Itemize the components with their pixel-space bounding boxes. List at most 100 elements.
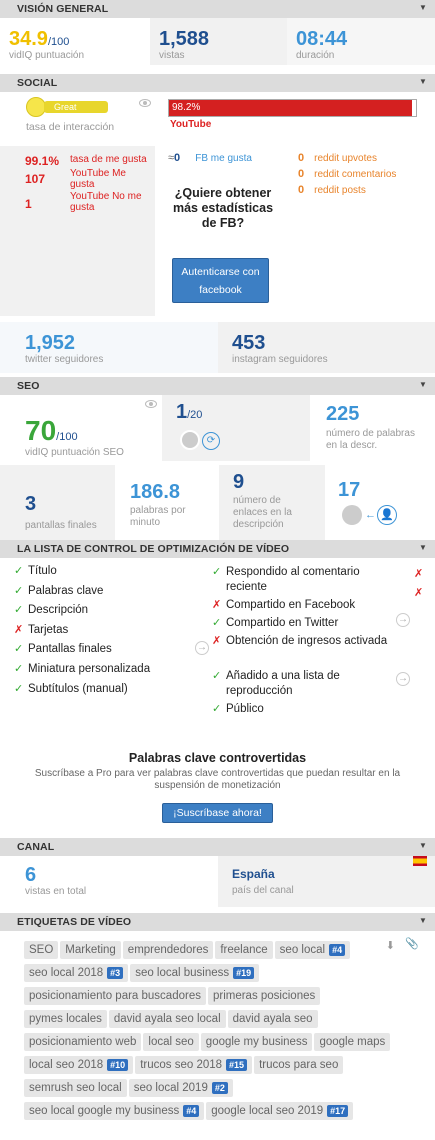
country-card: España país del canal [218, 856, 435, 907]
check-icon: ✓ [14, 682, 24, 695]
x-icon: ✗ [14, 623, 24, 636]
section-header-checklist[interactable]: LA LISTA DE CONTROL DE OPTIMIZACIÓN DE V… [0, 540, 435, 558]
seo-score-max: /100 [56, 431, 78, 443]
link-icon[interactable]: ⟳ [202, 432, 220, 450]
tag[interactable]: posicionamiento para buscadores [24, 987, 206, 1005]
tag-label: SEO [29, 944, 54, 956]
tag[interactable]: seo local 2018 #3 [24, 964, 129, 982]
tag[interactable]: local seo 2018 #10 [24, 1056, 134, 1074]
tag[interactable]: seo local google my business #4 [24, 1102, 205, 1120]
tag[interactable]: david ayala seo local [108, 1010, 226, 1028]
reddit-comments-value: 0 [298, 168, 305, 180]
arrow-right-icon[interactable]: → [396, 672, 410, 686]
youtube-bar-fill: 98.2% [169, 100, 412, 116]
reddit-upvotes-value: 0 [298, 152, 305, 164]
tag[interactable]: seo local 2019 #2 [128, 1079, 233, 1097]
tag-label: seo local [279, 944, 326, 956]
tag-label: david ayala seo [232, 1013, 313, 1025]
checklist-item: ✗ Compartido en Facebook [212, 598, 397, 613]
x-icon: ✗ [212, 599, 222, 611]
arrow-left-icon: ← [365, 509, 376, 521]
checklist-item: ✓ Pantallas finales [14, 642, 194, 657]
section-title: SEO [17, 380, 40, 392]
reddit-comments-label: reddit comentarios [314, 169, 397, 180]
likes-rate-label: tasa de me gusta [70, 154, 147, 165]
end-screens-value: 3 [25, 493, 37, 515]
checklist-item-label: Descripción [28, 604, 89, 617]
tag[interactable]: trucos seo 2018 #15 [135, 1056, 253, 1074]
section-title: ETIQUETAS DE VÍDEO [17, 916, 132, 928]
section-header-vision-general[interactable]: VISIÓN GENERAL ▼ [0, 0, 435, 18]
tag[interactable]: google maps [314, 1033, 391, 1051]
paperclip-icon[interactable]: 📎 [405, 937, 419, 950]
likes-count: 107 [25, 172, 46, 186]
facebook-auth-button[interactable]: Autenticarse con facebook [172, 258, 269, 303]
user-icon[interactable]: 👤 [377, 505, 397, 525]
section-header-social[interactable]: SOCIAL ▼ [0, 74, 435, 92]
eye-icon[interactable] [145, 400, 157, 408]
tag-label: david ayala seo local [113, 1013, 221, 1025]
tag[interactable]: seo local business #19 [130, 964, 260, 982]
collapse-icon[interactable]: ▼ [419, 3, 427, 12]
interaction-label: tasa de interacción [26, 121, 115, 133]
tag[interactable]: semrush seo local [24, 1079, 127, 1097]
check-icon: ✓ [14, 565, 24, 577]
checklist-item: ✓ Título [14, 564, 194, 579]
tag[interactable]: local seo [143, 1033, 199, 1051]
checklist-item: ✗ Tarjetas [14, 623, 194, 638]
duration-card: 08:44 duración [287, 18, 435, 65]
tag[interactable]: SEO [24, 941, 59, 959]
section-title: CANAL [17, 841, 55, 853]
section-header-canal[interactable]: CANAL ▼ [0, 838, 435, 856]
tag-label: seo local 2018 [29, 967, 104, 979]
tag-label: trucos seo 2018 [140, 1059, 223, 1071]
section-header-seo[interactable]: SEO ▼ [0, 377, 435, 395]
tag[interactable]: david ayala seo [227, 1010, 318, 1028]
likes-card: 99.1% tasa de me gusta 107 YouTube Me gu… [0, 146, 155, 316]
tag[interactable]: freelance [215, 941, 273, 959]
desc-words-value: 225 [326, 403, 360, 425]
tag-label: semrush seo local [29, 1082, 122, 1094]
subscribe-button[interactable]: ¡Suscríbase ahora! [162, 803, 273, 823]
tag[interactable]: seo local #4 [274, 941, 351, 959]
collapse-icon[interactable]: ▼ [419, 380, 427, 389]
collapse-icon[interactable]: ▼ [419, 77, 427, 86]
arrow-right-icon[interactable]: → [396, 613, 410, 627]
eye-icon[interactable] [139, 99, 151, 107]
section-header-tags[interactable]: ETIQUETAS DE VÍDEO ▼ [0, 913, 435, 931]
twitter-card: 1,952 twitter seguidores [0, 322, 218, 373]
collapse-icon[interactable]: ▼ [419, 916, 427, 925]
check-icon: ✓ [212, 703, 222, 715]
tag[interactable]: google my business [200, 1033, 313, 1051]
videos-label: vistas en total [25, 886, 87, 897]
seo-row-1: 70/100 vidIQ puntuación SEO 1/20 ⟳ 225 n… [0, 395, 435, 465]
tag[interactable]: primeras posiciones [207, 987, 321, 1005]
tag-label: google local seo 2019 [211, 1105, 324, 1117]
wpm-card: 186.8 palabras por minuto [115, 465, 219, 540]
tag[interactable]: google local seo 2019 #17 [206, 1102, 354, 1120]
checklist-item-label: Respondido al comentario reciente [226, 566, 360, 593]
interaction-row: Great tasa de interacción 98.2% YouTube [0, 92, 435, 146]
collapse-icon[interactable]: ▼ [419, 543, 427, 552]
arrow-right-icon[interactable]: → [195, 641, 209, 655]
tag[interactable]: pymes locales [24, 1010, 107, 1028]
tag[interactable]: trucos para seo [254, 1056, 344, 1074]
instagram-value: 453 [232, 332, 266, 354]
tag[interactable]: posicionamiento web [24, 1033, 142, 1051]
avatar [180, 430, 200, 450]
tag-label: posicionamiento web [29, 1036, 137, 1048]
check-icon: ✓ [212, 617, 222, 629]
tag[interactable]: Marketing [60, 941, 121, 959]
fb-likes-value: 0 [174, 152, 181, 164]
download-icon[interactable]: ⬇ [386, 939, 395, 952]
checklist-item-label: Público [226, 703, 264, 715]
score-label: vidIQ puntuación [9, 50, 85, 61]
score-card: 34.9/100 vidIQ puntuación [0, 18, 150, 65]
tag[interactable]: emprendedores [122, 941, 214, 959]
tag-rank-badge: #17 [327, 1105, 349, 1117]
checklist-item: ✓ Respondido al comentario reciente [212, 565, 397, 595]
collapse-icon[interactable]: ▼ [419, 841, 427, 850]
tag-label: pymes locales [29, 1013, 102, 1025]
tag-rank-badge: #3 [107, 967, 124, 979]
links-value: 9 [233, 471, 245, 493]
